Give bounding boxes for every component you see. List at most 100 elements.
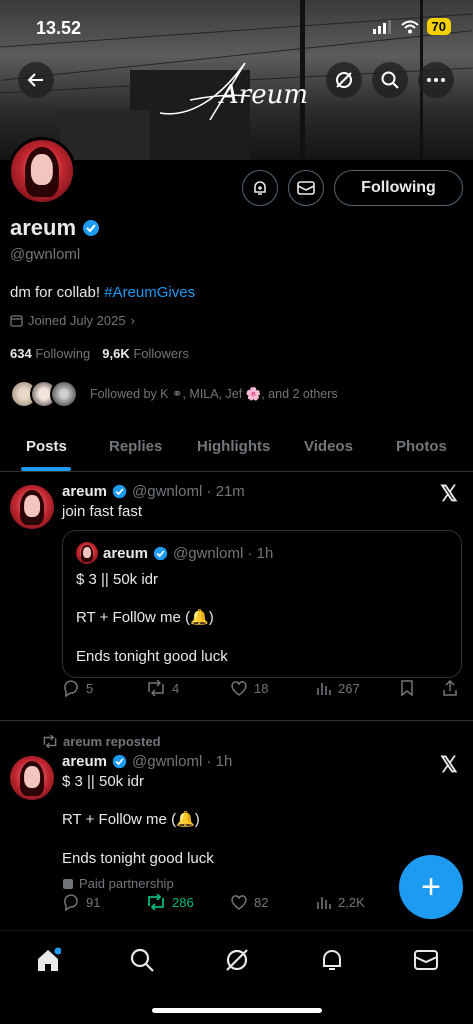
profile-bio: dm for collab! #AreumGives [10,284,195,301]
search-icon [130,948,154,972]
grok-button[interactable] [326,62,362,98]
banner-script-logo: Areum [159,62,308,121]
nav-grok[interactable] [222,945,252,975]
nav-search[interactable] [127,945,157,975]
paid-partnership: Paid partnership [62,876,174,891]
post-line-3: Ends tonight good luck [62,850,214,867]
svg-text:Areum: Areum [218,80,308,110]
verified-badge-icon[interactable] [82,219,100,237]
more-icon [427,78,445,82]
post-handle-time: @gwnloml · 1h [132,753,233,770]
repost-icon [148,894,164,910]
views-button[interactable]: 267 [316,680,360,696]
reply-button[interactable]: 91 [62,893,100,911]
bookmark-icon [401,680,413,696]
heart-icon [231,895,247,910]
share-icon [443,680,457,696]
bio-text: dm for collab! [10,284,105,301]
joined-text: Joined July 2025 [28,313,126,328]
verified-badge-icon [153,546,168,561]
share-button[interactable] [442,680,458,696]
reply-icon [64,680,78,697]
tab-replies[interactable]: Replies [109,438,162,455]
tab-videos[interactable]: Videos [304,438,353,455]
repost-button[interactable]: 4 [146,680,179,696]
quoted-author-name: areum [103,545,149,562]
post-line-1: $ 3 || 50k idr [62,773,145,790]
arrow-left-icon [27,73,43,87]
tab-photos[interactable]: Photos [396,438,447,455]
battery-indicator: 70 [426,18,451,35]
follow-stats: 634 Following 9,6K Followers [10,346,189,361]
reply-button[interactable]: 5 [62,679,93,697]
views-button[interactable]: 2,2K [316,894,365,910]
nav-home[interactable] [33,945,63,975]
quoted-line-2: RT + Foll0w me (🔔) [76,609,214,626]
home-icon [38,947,61,971]
verified-badge-icon [112,484,127,499]
follower-avatar [50,380,78,408]
post-author-name[interactable]: areum [62,483,107,500]
signal-icon [372,19,391,34]
nav-notifications[interactable] [317,945,347,975]
profile-handle: @gwnloml [10,246,81,263]
message-button[interactable] [288,170,324,206]
compose-post-button[interactable]: + [399,855,463,919]
bell-icon [323,950,341,970]
repost-button-active[interactable]: 286 [146,894,194,910]
grok-icon [336,72,352,88]
tag-icon [63,878,73,889]
envelope-icon [414,950,438,970]
profile-avatar[interactable] [8,137,76,205]
followed-by[interactable]: Followed by K ⚭, MILA, Jef 🌸, and 2 othe… [10,380,338,408]
like-button[interactable]: 82 [230,894,268,910]
bell-plus-icon [254,181,266,195]
post-handle-time: @gwnloml · 21m [132,483,245,500]
post-divider [0,720,473,721]
post-text: join fast fast [62,503,143,520]
status-time: 13.52 [36,18,82,38]
post-header: areum @gwnloml · 21m [62,483,245,500]
views-icon [317,897,331,909]
followers-stat[interactable]: 9,6K Followers [102,346,189,361]
followed-by-text: Followed by K ⚭, MILA, Jef 🌸, and 2 othe… [90,387,338,401]
following-button[interactable]: Following [334,170,463,206]
quoted-line-3: Ends tonight good luck [76,648,228,665]
tab-highlights[interactable]: Highlights [197,438,270,455]
following-stat[interactable]: 634 Following [10,346,90,361]
views-icon [317,683,331,695]
nav-messages[interactable] [411,945,441,975]
bookmark-button[interactable] [400,680,414,696]
repost-icon [43,735,57,748]
more-button[interactable] [418,62,454,98]
home-indicator [152,1008,322,1013]
x-logo-icon: 𝕏 [440,752,458,777]
search-button[interactable] [372,62,408,98]
paid-partnership-text: Paid partnership [79,876,174,891]
plus-icon: + [421,867,441,906]
profile-name-text: areum [10,215,77,240]
x-logo-icon: 𝕏 [440,481,458,506]
post-avatar[interactable] [10,485,54,529]
post-author-name[interactable]: areum [62,753,107,770]
back-button[interactable] [18,62,54,98]
like-button[interactable]: 18 [230,680,268,696]
repost-context: areum reposted [42,734,161,749]
tab-posts[interactable]: Posts [26,438,67,455]
joined-date[interactable]: Joined July 2025 › [10,313,135,328]
verified-badge-icon [112,754,127,769]
repost-label[interactable]: areum reposted [63,734,161,749]
post-avatar[interactable] [10,756,54,800]
search-icon [381,71,399,89]
bio-hashtag[interactable]: #AreumGives [104,284,195,301]
post-line-2: RT + Foll0w me (🔔) [62,811,200,828]
profile-tabs: Posts Replies Highlights Videos Photos [0,426,473,472]
envelope-icon [297,181,315,195]
notifications-button[interactable] [242,170,278,206]
chevron-right-icon: › [130,313,135,328]
quoted-handle-time: @gwnloml · 1h [173,545,274,562]
active-tab-indicator [21,467,71,471]
heart-icon [231,681,247,696]
post-header: areum @gwnloml · 1h [62,753,232,770]
calendar-icon [10,315,23,327]
